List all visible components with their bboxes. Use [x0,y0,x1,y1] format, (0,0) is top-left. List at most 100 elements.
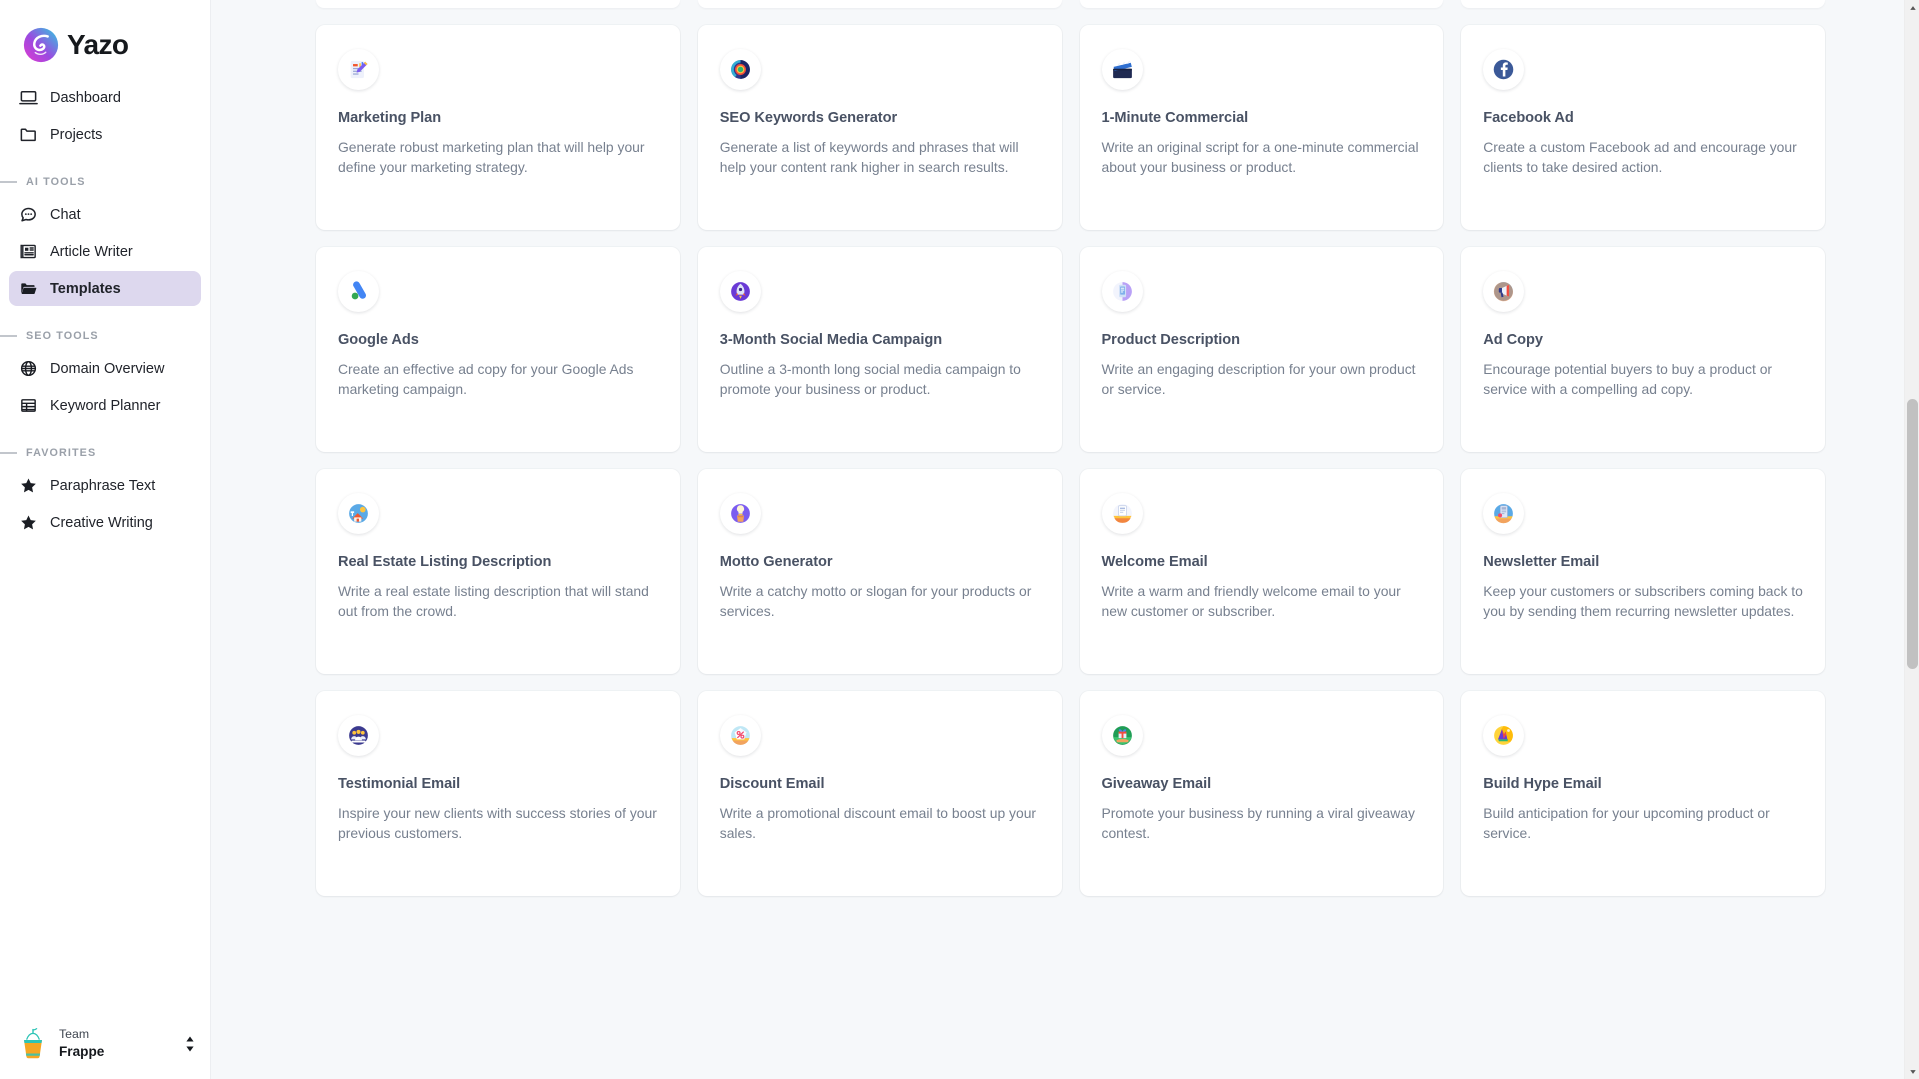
sidebar-item-label: Article Writer [50,244,133,260]
sidebar-item-keyword-planner[interactable]: Keyword Planner [9,388,201,423]
sidebar-item-projects[interactable]: Projects [9,117,201,152]
gift-hand-icon [1102,715,1143,756]
template-card[interactable]: Real Estate Listing Description Write a … [316,469,680,674]
template-title: 3-Month Social Media Campaign [720,332,1040,348]
sidebar-item-label: Dashboard [50,90,121,106]
sidebar-item-paraphrase-text[interactable]: Paraphrase Text [9,468,201,503]
card-stub [1461,0,1825,8]
sidebar-item-domain-overview[interactable]: Domain Overview [9,351,201,386]
template-description: Promote your business by running a viral… [1102,804,1422,843]
monitor-icon [19,88,38,107]
section-label: AI TOOLS [26,176,86,188]
sidebar: Yazo Dashboard Projects [0,0,211,1079]
template-card[interactable]: Product Description Write an engaging de… [1080,247,1444,452]
sidebar-section-seo-tools: SEO TOOLS [0,308,201,351]
sidebar-item-templates[interactable]: Templates [9,271,201,306]
template-card[interactable]: Ad Copy Encourage potential buyers to bu… [1461,247,1825,452]
welcome-letter-icon [1102,493,1143,534]
template-card[interactable]: SEO Keywords Generator Generate a list o… [698,25,1062,230]
sidebar-section-ai-tools: AI TOOLS [0,154,201,197]
sidebar-item-label: Projects [50,127,102,143]
card-stub [316,0,680,8]
template-card[interactable]: Facebook Ad Create a custom Facebook ad … [1461,25,1825,230]
template-title: Motto Generator [720,554,1040,570]
vertical-scrollbar[interactable] [1904,0,1919,1079]
sidebar-item-label: Chat [50,207,81,223]
sidebar-item-label: Keyword Planner [50,398,160,414]
template-description: Write a promotional discount email to bo… [720,804,1040,843]
rocket-icon [720,271,761,312]
star-icon [19,476,38,495]
clapperboard-icon [1102,49,1143,90]
template-card[interactable]: 3-Month Social Media Campaign Outline a … [698,247,1062,452]
section-dash-icon [0,452,17,454]
template-description: Keep your customers or subscribers comin… [1483,582,1803,621]
section-dash-icon [0,335,17,337]
template-description: Generate a list of keywords and phrases … [720,138,1040,177]
sidebar-item-label: Creative Writing [50,515,153,531]
sidebar-item-chat[interactable]: Chat [9,197,201,232]
template-title: Product Description [1102,332,1422,348]
people-group-icon [338,715,379,756]
facebook-icon [1483,49,1524,90]
template-title: Build Hype Email [1483,776,1803,792]
sidebar-item-article-writer[interactable]: Article Writer [9,234,201,269]
template-description: Write a real estate listing description … [338,582,658,621]
template-description: Generate robust marketing plan that will… [338,138,658,177]
sidebar-item-label: Domain Overview [50,361,164,377]
template-card[interactable]: Discount Email Write a promotional disco… [698,691,1062,896]
template-card[interactable]: Marketing Plan Generate robust marketing… [316,25,680,230]
sidebar-item-dashboard[interactable]: Dashboard [9,80,201,115]
template-description: Build anticipation for your upcoming pro… [1483,804,1803,843]
template-title: Ad Copy [1483,332,1803,348]
newsletter-phone-icon [1483,493,1524,534]
sidebar-item-creative-writing[interactable]: Creative Writing [9,505,201,540]
sidebar-spacer [0,542,210,1009]
template-description: Outline a 3-month long social media camp… [720,360,1040,399]
template-card[interactable]: Build Hype Email Build anticipation for … [1461,691,1825,896]
template-card[interactable]: 1-Minute Commercial Write an original sc… [1080,25,1444,230]
template-card[interactable]: Motto Generator Write a catchy motto or … [698,469,1062,674]
sidebar-section-favorites: FAVORITES [0,425,201,468]
template-card[interactable]: Newsletter Email Keep your customers or … [1461,469,1825,674]
template-card[interactable]: Testimonial Email Inspire your new clien… [316,691,680,896]
templates-grid-wrapper: Marketing Plan Generate robust marketing… [211,0,1900,896]
scrollbar-thumb[interactable] [1907,399,1918,669]
template-description: Write a warm and friendly welcome email … [1102,582,1422,621]
card-stub [1080,0,1444,8]
mobile-product-icon [1102,271,1143,312]
templates-main: Marketing Plan Generate robust marketing… [211,0,1919,1079]
brand-logo[interactable]: Yazo [0,0,210,72]
scroll-up-arrow-icon[interactable] [1905,0,1919,15]
google-ads-icon [338,271,379,312]
template-description: Create a custom Facebook ad and encourag… [1483,138,1803,177]
rainbow-sphere-icon [720,49,761,90]
template-title: Discount Email [720,776,1040,792]
scroll-down-arrow-icon[interactable] [1905,1064,1919,1079]
team-name: Frappe [59,1043,104,1060]
template-card[interactable]: Welcome Email Write a warm and friendly … [1080,469,1444,674]
sidebar-item-label: Templates [50,281,121,297]
template-description: Create an effective ad copy for your Goo… [338,360,658,399]
template-title: Testimonial Email [338,776,658,792]
discount-percent-icon [720,715,761,756]
template-title: SEO Keywords Generator [720,110,1040,126]
open-folder-icon [19,279,38,298]
section-dash-icon [0,181,17,183]
sidebar-nav: Dashboard Projects AI TOOLS [0,72,210,542]
template-card[interactable]: Google Ads Create an effective ad copy f… [316,247,680,452]
template-description: Write a catchy motto or slogan for your … [720,582,1040,621]
template-title: 1-Minute Commercial [1102,110,1422,126]
chat-bubble-icon [19,205,38,224]
frappe-cup-icon [18,1027,48,1061]
template-title: Marketing Plan [338,110,658,126]
template-description: Write an engaging description for your o… [1102,360,1422,399]
chevron-up-down-icon[interactable] [184,1034,196,1054]
template-card[interactable]: Giveaway Email Promote your business by … [1080,691,1444,896]
team-switcher[interactable]: Team Frappe [0,1009,210,1079]
team-label: Team [59,1027,104,1043]
template-description: Encourage potential buyers to buy a prod… [1483,360,1803,399]
template-title: Real Estate Listing Description [338,554,658,570]
table-icon [19,396,38,415]
hand-idea-icon [720,493,761,534]
